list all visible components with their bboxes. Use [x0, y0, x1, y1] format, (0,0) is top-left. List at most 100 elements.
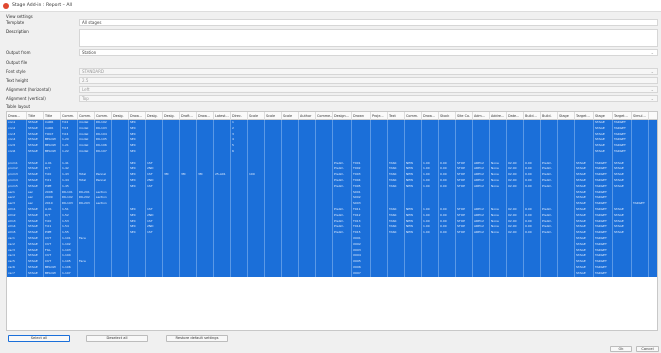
column-header[interactable]: Latest...: [214, 112, 231, 120]
align-vertical-select[interactable]: Top ⌄: [79, 95, 658, 102]
column-header[interactable]: Direc.: [231, 112, 248, 120]
column-header[interactable]: Build.: [541, 112, 558, 120]
table-cell[interactable]: [371, 270, 388, 277]
table-cell[interactable]: [524, 270, 541, 277]
table-cell[interactable]: STAGE: [27, 270, 44, 277]
description-field[interactable]: [79, 29, 658, 47]
table-cell[interactable]: BELOW: [44, 270, 61, 277]
column-header[interactable]: Simul...: [632, 112, 649, 120]
align-horizontal-select[interactable]: Left ⌄: [79, 86, 658, 93]
column-header[interactable]: Comme...: [316, 112, 333, 120]
table-cell[interactable]: [197, 270, 214, 277]
table-cell[interactable]: [95, 270, 112, 277]
column-header[interactable]: Addre...: [490, 112, 507, 120]
table-cell[interactable]: 1-107: [61, 270, 78, 277]
table-cell[interactable]: [541, 270, 558, 277]
chevron-down-icon: ⌄: [650, 87, 654, 92]
output-file-label: Output file: [6, 60, 28, 65]
window-title: Stage Add-in : Report – All: [12, 3, 73, 8]
template-label: Template: [6, 20, 25, 25]
table-section-label: Table layout: [6, 104, 31, 109]
table-cell[interactable]: [248, 270, 265, 277]
column-header[interactable]: Draw...: [7, 112, 27, 120]
column-header[interactable]: Comm.: [61, 112, 78, 120]
column-header[interactable]: Draw...: [129, 112, 146, 120]
column-header[interactable]: Stage: [594, 112, 613, 120]
table-cell[interactable]: [214, 270, 231, 277]
text-height-field[interactable]: 2.5: [79, 77, 658, 84]
table-cell[interactable]: [490, 270, 507, 277]
column-header[interactable]: Target...: [613, 112, 632, 120]
column-header[interactable]: Comm.: [405, 112, 422, 120]
table-cell[interactable]: [146, 270, 163, 277]
chevron-down-icon: ⌄: [650, 50, 654, 55]
column-header[interactable]: Date...: [507, 112, 524, 120]
column-header[interactable]: Scale: [282, 112, 299, 120]
app-icon: [3, 3, 9, 9]
column-header[interactable]: Proje...: [371, 112, 388, 120]
column-header[interactable]: Stage: [558, 112, 575, 120]
column-header[interactable]: Scale: [265, 112, 282, 120]
column-header[interactable]: Adm...: [473, 112, 490, 120]
table-cell[interactable]: [473, 270, 490, 277]
column-header[interactable]: Draw...: [422, 112, 439, 120]
table-cell[interactable]: [388, 270, 405, 277]
column-header[interactable]: Scale: [248, 112, 265, 120]
table-cell[interactable]: [129, 270, 146, 277]
table-row[interactable]: xsc7 STAGE BELOW 1-107 X007 STAGE TARGET: [7, 270, 657, 277]
column-header[interactable]: Desig.: [112, 112, 129, 120]
table-cell[interactable]: STAGE: [575, 270, 594, 277]
column-header[interactable]: Draw...: [197, 112, 214, 120]
select-all-button[interactable]: Select all: [8, 335, 70, 342]
deselect-all-button[interactable]: Deselect all: [86, 335, 148, 342]
table-cell[interactable]: xsc7: [7, 270, 27, 277]
restore-defaults-button[interactable]: Restore default settings: [166, 335, 228, 342]
table-cell[interactable]: [78, 270, 95, 277]
output-from-select[interactable]: Station ⌄: [79, 49, 658, 56]
table-cell[interactable]: [180, 270, 197, 277]
table-cell[interactable]: [405, 270, 422, 277]
column-header[interactable]: Text: [388, 112, 405, 120]
table-cell[interactable]: TARGET: [594, 270, 613, 277]
table-cell[interactable]: [422, 270, 439, 277]
output-from-value: Station: [82, 50, 97, 55]
title-bar: Stage Add-in : Report – All: [0, 0, 661, 12]
table-cell[interactable]: [163, 270, 180, 277]
column-header[interactable]: Author: [299, 112, 316, 120]
table-cell[interactable]: [558, 270, 575, 277]
font-style-value: STANDARD: [82, 69, 105, 74]
table-cell[interactable]: [507, 270, 524, 277]
column-header[interactable]: Drawn: [352, 112, 371, 120]
table-cell[interactable]: X007: [352, 270, 371, 277]
table-cell[interactable]: [632, 270, 649, 277]
column-header[interactable]: Comm.: [95, 112, 112, 120]
ok-button[interactable]: Ok: [610, 346, 632, 352]
font-style-select[interactable]: STANDARD ⌄: [79, 68, 658, 75]
column-header[interactable]: Title: [44, 112, 61, 120]
column-header[interactable]: Draft...: [180, 112, 197, 120]
table-cell[interactable]: [112, 270, 129, 277]
table-cell[interactable]: [613, 270, 632, 277]
table-cell[interactable]: [265, 270, 282, 277]
settings-header: View settings: [6, 14, 33, 19]
font-style-label: Font style: [6, 69, 26, 74]
column-header[interactable]: Design...: [333, 112, 352, 120]
column-header[interactable]: Stock: [439, 112, 456, 120]
align-horizontal-value: Left: [82, 87, 90, 92]
table-cell[interactable]: [231, 270, 248, 277]
column-header[interactable]: Desig.: [163, 112, 180, 120]
column-header[interactable]: Title: [27, 112, 44, 120]
column-header[interactable]: Comm.: [78, 112, 95, 120]
table-cell[interactable]: [282, 270, 299, 277]
column-header[interactable]: Site Co.: [456, 112, 473, 120]
column-header[interactable]: Target...: [575, 112, 594, 120]
column-header[interactable]: Desig.: [146, 112, 163, 120]
table-cell[interactable]: [333, 270, 352, 277]
template-field[interactable]: All stages: [79, 19, 658, 26]
column-header[interactable]: Build...: [524, 112, 541, 120]
cancel-button[interactable]: Cancel: [636, 346, 659, 352]
table-cell[interactable]: [439, 270, 456, 277]
table-cell[interactable]: [299, 270, 316, 277]
table-cell[interactable]: [456, 270, 473, 277]
table-cell[interactable]: [316, 270, 333, 277]
